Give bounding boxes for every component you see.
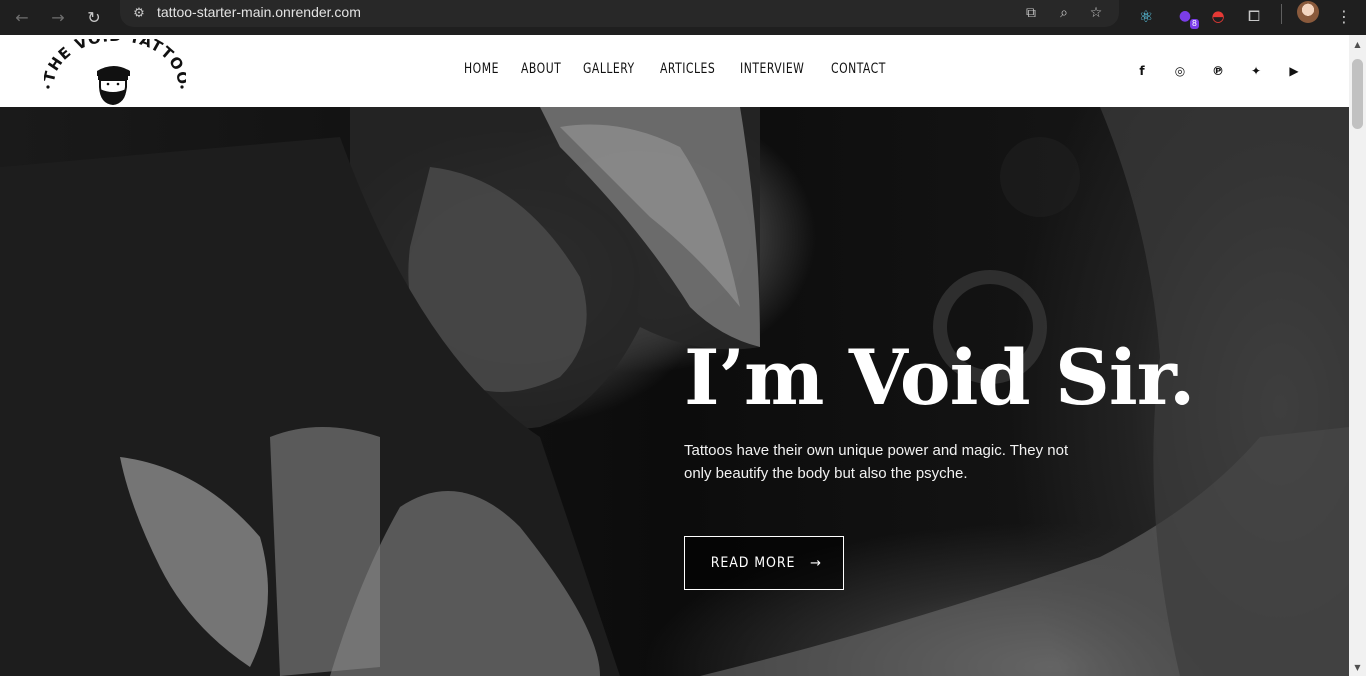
hero-description: Tattoos have their own unique power and … (684, 442, 1069, 482)
zoom-icon[interactable]: ⌕ (1053, 2, 1075, 24)
twitter-icon[interactable]: ✦ (1247, 62, 1265, 80)
nav-articles[interactable]: ARTICLES (660, 61, 715, 77)
nav-gallery[interactable]: GALLERY (583, 61, 635, 77)
void-tattoo-logo[interactable]: THE VOID TATTOO (44, 39, 186, 105)
toolbar-divider (1281, 4, 1282, 24)
reload-icon[interactable]: ↻ (80, 3, 108, 31)
page-viewport: THE VOID TATTOO HOME ABOUT GALLERY ARTIC… (0, 35, 1349, 676)
scroll-down-icon[interactable]: ▼ (1349, 660, 1366, 674)
forward-icon[interactable]: → (44, 3, 72, 31)
hero-content: I’m Void Sir. Tattoos have their own uni… (684, 333, 1244, 485)
install-app-icon[interactable]: ⧉ (1020, 2, 1042, 24)
pokeball-extension-icon[interactable]: ◓ (1205, 3, 1231, 29)
hero-title: I’m Void Sir. (684, 333, 1195, 422)
site-header: THE VOID TATTOO HOME ABOUT GALLERY ARTIC… (0, 35, 1349, 107)
site-info-icon[interactable]: ⚙ (130, 4, 148, 22)
main-nav: HOME ABOUT GALLERY ARTICLES INTERVIEW CO… (464, 61, 911, 77)
instagram-icon[interactable]: ◎ (1171, 62, 1189, 80)
scrollbar-thumb[interactable] (1352, 59, 1363, 129)
facebook-icon[interactable]: f (1133, 62, 1151, 80)
arrow-right-icon: → (810, 555, 822, 571)
menu-kebab-icon[interactable]: ⋮ (1331, 3, 1357, 29)
nav-home[interactable]: HOME (464, 61, 499, 77)
youtube-icon[interactable]: ▶ (1285, 62, 1303, 80)
read-more-label: READ MORE (710, 555, 796, 571)
social-links: f ◎ ℗ ✦ ▶ (1113, 62, 1303, 80)
browser-toolbar: ← → ↻ ⚙ tattoo-starter-main.onrender.com… (0, 0, 1366, 35)
scroll-up-icon[interactable]: ▲ (1349, 37, 1366, 51)
bookmark-star-icon[interactable]: ☆ (1085, 2, 1107, 24)
address-bar[interactable]: ⚙ tattoo-starter-main.onrender.com ⧉ ⌕ ☆ (120, 0, 1119, 27)
extensions-puzzle-icon[interactable]: ⧠ (1241, 3, 1267, 29)
nav-about[interactable]: ABOUT (521, 61, 561, 77)
profile-avatar[interactable] (1297, 1, 1319, 23)
nav-interview[interactable]: INTERVIEW (740, 61, 804, 77)
read-more-button[interactable]: READ MORE → (684, 536, 844, 590)
page-scrollbar[interactable]: ▲ ▼ (1349, 35, 1366, 676)
extension-icon[interactable]: ● 8 (1172, 3, 1199, 29)
url-text[interactable]: tattoo-starter-main.onrender.com (157, 4, 361, 20)
extension-badge: 8 (1189, 19, 1199, 29)
react-devtools-icon[interactable]: ⚛ (1133, 3, 1159, 29)
hero-section: I’m Void Sir. Tattoos have their own uni… (0, 107, 1349, 676)
back-icon[interactable]: ← (8, 3, 36, 31)
nav-contact[interactable]: CONTACT (831, 61, 886, 77)
pinterest-icon[interactable]: ℗ (1209, 62, 1227, 80)
